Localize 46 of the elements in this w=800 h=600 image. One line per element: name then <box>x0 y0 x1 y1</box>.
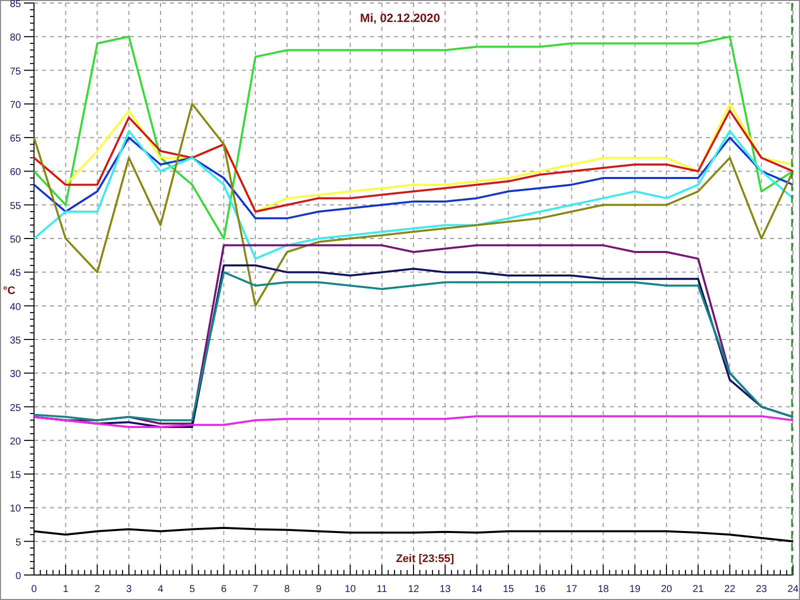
y-tick-label: 75 <box>10 66 21 78</box>
y-tick-label: 25 <box>10 402 21 414</box>
x-tick-label: 3 <box>126 584 132 595</box>
x-tick-label: 23 <box>756 584 767 595</box>
y-tick-label: 35 <box>10 335 21 346</box>
chart-title: Mi, 02.12.2020 <box>360 11 440 25</box>
x-tick-label: 0 <box>31 584 37 595</box>
x-tick-label: 8 <box>284 584 290 595</box>
y-tick-label: 80 <box>10 32 21 44</box>
x-tick-label: 21 <box>692 584 704 595</box>
x-tick-label: 13 <box>440 584 451 595</box>
y-tick-label: 85 <box>10 0 21 10</box>
y-tick-label: 20 <box>10 436 21 448</box>
x-tick-label: 15 <box>502 584 514 595</box>
x-tick-label: 14 <box>471 584 482 595</box>
x-tick-label: 9 <box>316 584 322 595</box>
y-tick-label: 10 <box>10 504 21 515</box>
x-axis-label: Zeit [23:55] <box>396 553 454 565</box>
x-tick-label: 5 <box>189 584 195 595</box>
x-tick-label: 2 <box>94 584 100 595</box>
x-tick-label: 11 <box>376 584 388 595</box>
x-tick-label: 4 <box>158 584 164 595</box>
x-tick-label: 7 <box>252 584 258 595</box>
x-tick-label: 19 <box>629 584 640 595</box>
x-tick-label: 16 <box>534 584 546 595</box>
x-tick-label: 24 <box>787 584 799 595</box>
x-tick-label: 10 <box>344 584 356 595</box>
x-tick-label: 18 <box>598 584 609 595</box>
y-tick-label: 60 <box>10 167 21 178</box>
y-tick-label: 55 <box>10 200 21 212</box>
x-tick-label: 17 <box>566 584 578 595</box>
y-tick-label: 65 <box>10 134 21 145</box>
y-axis-label: °C <box>3 285 16 297</box>
x-tick-label: 1 <box>62 584 68 595</box>
y-tick-label: 70 <box>10 100 21 111</box>
x-tick-label: 20 <box>660 584 672 595</box>
x-tick-label: 22 <box>724 584 736 595</box>
x-tick-label: 6 <box>220 584 227 595</box>
y-tick-label: 45 <box>10 268 21 280</box>
y-tick-label: 0 <box>15 571 21 582</box>
y-tick-label: 30 <box>10 369 21 380</box>
y-tick-label: 15 <box>10 470 21 482</box>
y-tick-label: 50 <box>10 234 21 246</box>
x-tick-label: 12 <box>408 584 420 595</box>
y-tick-label: 40 <box>10 302 21 313</box>
y-tick-label: 5 <box>15 537 21 548</box>
